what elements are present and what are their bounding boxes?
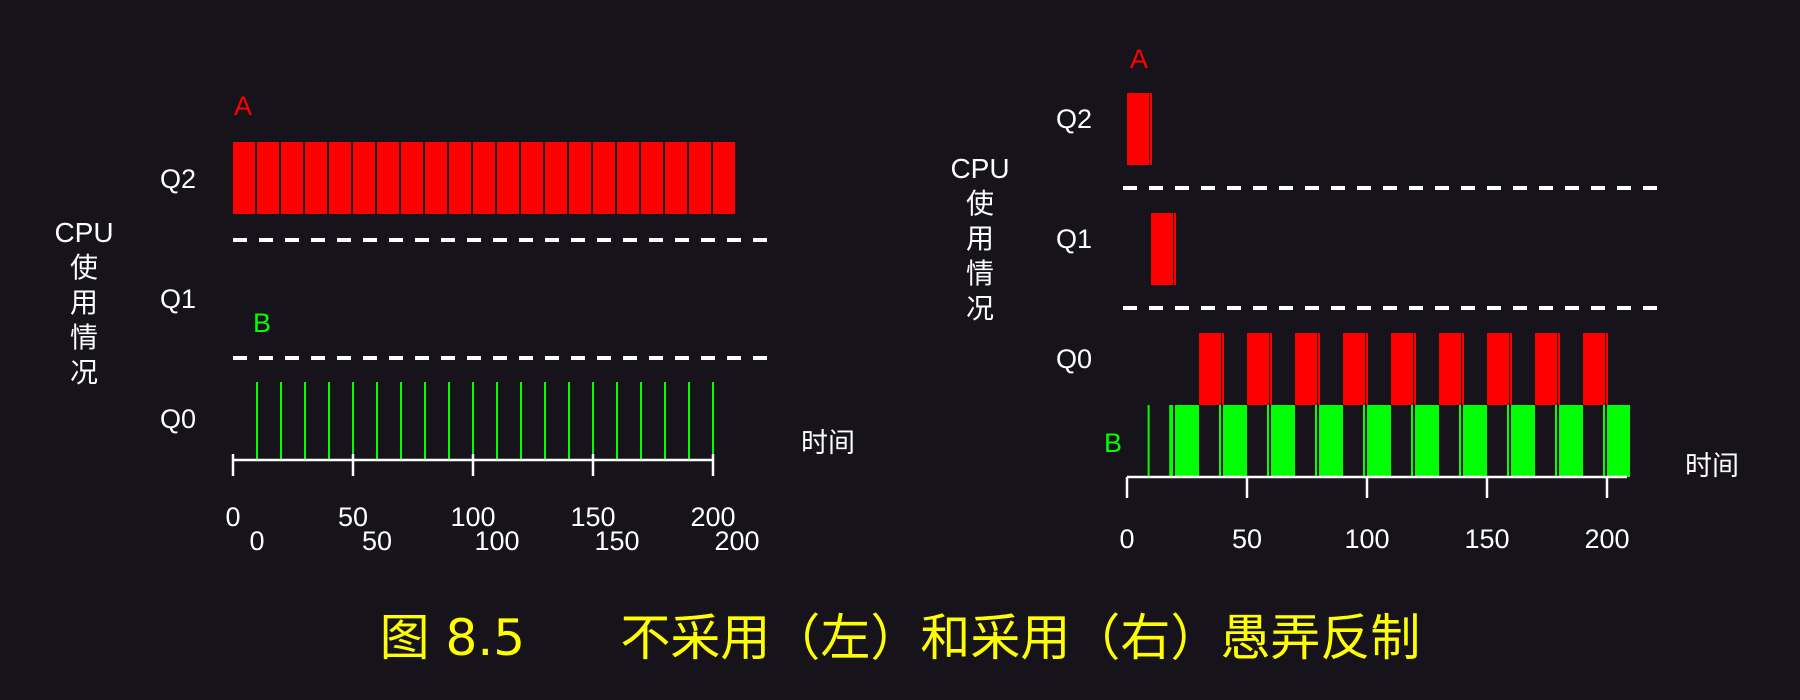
right-a-q0-block [1439, 333, 1461, 405]
left-tick-label: 0 [225, 502, 240, 532]
left-job-a-label: A [234, 91, 252, 121]
left-a-block [257, 142, 279, 214]
left-a-block [377, 142, 399, 214]
right-job-b-label: B [1104, 428, 1122, 458]
left-a-block [593, 142, 615, 214]
left-ylabel-line: CPU [54, 217, 113, 248]
left-tick-label-offset: 150 [594, 526, 639, 556]
left-panel: CPU使用情况Q2Q1Q0AB005050100100150150200200时… [54, 91, 855, 556]
right-xlabel: 时间 [1685, 451, 1739, 481]
right-a-q2-block [1127, 93, 1149, 165]
left-a-block [689, 142, 711, 214]
right-ylabel-line: 使 [966, 188, 994, 219]
left-a-block [329, 142, 351, 214]
right-a-q0-block [1295, 333, 1317, 405]
right-ylabel-line: CPU [950, 153, 1009, 184]
left-a-block [353, 142, 375, 214]
left-a-block [449, 142, 471, 214]
left-ylabel-line: 使 [70, 252, 98, 283]
right-panel: CPU 使用情况 Q2 Q1 Q0 A B 0 50 100 150 200 时间 [950, 44, 1739, 554]
left-queue-label: Q0 [160, 404, 196, 434]
left-a-block [569, 142, 591, 214]
right-tick-label: 50 [1232, 524, 1262, 554]
left-a-block [497, 142, 519, 214]
right-b-block [1175, 405, 1199, 477]
right-ylabel-line: 情 [966, 258, 994, 289]
left-ylabel-line: 况 [70, 357, 98, 388]
diagram-canvas: CPU使用情况Q2Q1Q0AB005050100100150150200200时… [54, 44, 1739, 556]
left-ylabel-line: 情 [70, 322, 98, 353]
right-queue-label: Q1 [1056, 224, 1092, 254]
right-ylabel-line: 用 [966, 223, 994, 254]
right-a-q0-block [1487, 333, 1509, 405]
left-a-block [281, 142, 303, 214]
left-a-block [521, 142, 543, 214]
left-a-block [545, 142, 567, 214]
figure-caption: 图 8.5 不采用（左）和采用（右）愚弄反制 [379, 609, 1421, 667]
right-b-block [1319, 405, 1343, 477]
right-a-q0-block [1535, 333, 1557, 405]
left-a-block [401, 142, 423, 214]
left-a-block [233, 142, 255, 214]
right-b-block [1415, 405, 1439, 477]
right-ylabel-line: 况 [966, 293, 994, 324]
right-a-q0-block [1199, 333, 1221, 405]
right-tick-label: 0 [1119, 524, 1134, 554]
right-a-q0-block [1247, 333, 1269, 405]
left-a-block [641, 142, 663, 214]
right-b-block [1607, 405, 1630, 477]
left-tick-label-offset: 0 [249, 526, 264, 556]
left-tick-label-offset: 200 [714, 526, 759, 556]
right-tick-label: 100 [1344, 524, 1389, 554]
left-a-block [305, 142, 327, 214]
right-a-q1-block [1151, 213, 1173, 285]
left-a-block [713, 142, 735, 214]
left-a-block [425, 142, 447, 214]
right-a-q0-block [1391, 333, 1413, 405]
right-queue-label: Q2 [1056, 104, 1092, 134]
left-tick-label-offset: 50 [362, 526, 392, 556]
right-tick-label: 150 [1464, 524, 1509, 554]
right-b-block [1559, 405, 1583, 477]
right-b-block [1367, 405, 1391, 477]
right-b-block [1463, 405, 1487, 477]
right-b-block [1511, 405, 1535, 477]
left-queue-label: Q2 [160, 164, 196, 194]
right-b-block [1223, 405, 1247, 477]
left-xlabel: 时间 [801, 428, 855, 458]
left-a-block [665, 142, 687, 214]
left-ylabel-line: 用 [70, 287, 98, 318]
right-tick-label: 200 [1584, 524, 1629, 554]
right-job-a-label: A [1130, 44, 1148, 74]
right-a-q0-block [1583, 333, 1605, 405]
right-b-block [1271, 405, 1295, 477]
left-tick-label-offset: 100 [474, 526, 519, 556]
right-a-q0-block [1343, 333, 1365, 405]
left-a-block [617, 142, 639, 214]
right-queue-label: Q0 [1056, 344, 1092, 374]
left-a-block [473, 142, 495, 214]
left-job-b-label: B [253, 308, 271, 338]
left-queue-label: Q1 [160, 284, 196, 314]
